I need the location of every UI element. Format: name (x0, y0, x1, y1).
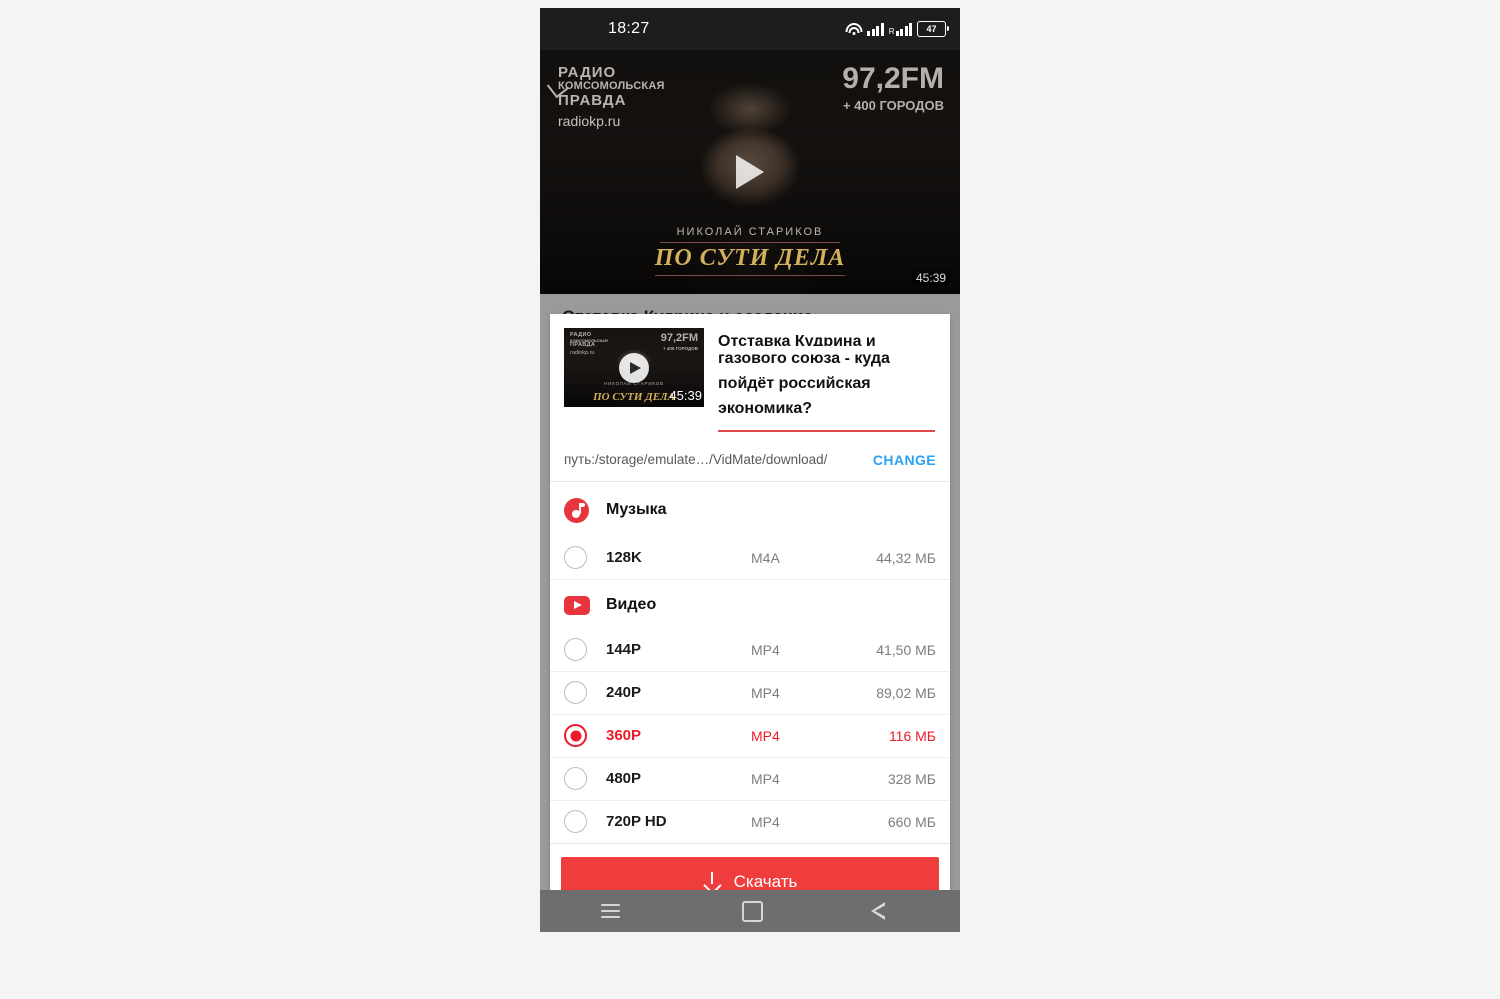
quality-label: 240P (606, 684, 642, 701)
status-icons: R 47 (845, 8, 949, 50)
screenshot-canvas: 18:27 R 47 РАДИО КОМСОМОЛЬСКАЯ ПРАВДА ra… (0, 0, 1500, 999)
android-nav-bar (540, 890, 960, 932)
video-section-label: Видео (606, 596, 657, 613)
thumb-duration: 45:39 (669, 388, 702, 403)
music-section-header: Музыка (550, 482, 950, 537)
roaming-label: R (888, 26, 895, 36)
download-icon (702, 871, 722, 895)
quality-option-row[interactable]: 720P HD MP4 660 МБ (550, 801, 950, 844)
divider (660, 242, 840, 243)
download-path-row: путь:/storage/emulate…/VidMate/download/… (550, 438, 950, 482)
size-label: 44,32 МБ (876, 549, 936, 566)
title-input[interactable] (718, 346, 936, 422)
quality-label: 360P (606, 727, 642, 744)
thumb-logo-site: radiokp.ru (570, 349, 595, 356)
back-icon[interactable] (871, 902, 899, 920)
status-time: 18:27 (608, 20, 650, 37)
signal-bars-icon (867, 22, 884, 36)
radio-button-selected[interactable] (564, 724, 587, 747)
wifi-icon (845, 22, 863, 36)
logo-line-3: ПРАВДА (558, 92, 627, 109)
thumb-host-name: НИКОЛАЙ СТАРИКОВ (604, 381, 664, 386)
menu-icon[interactable] (601, 904, 620, 918)
thumbnail-frequency: 97,2FM + 400 ГОРОДОВ (660, 332, 698, 352)
download-path-label: путь:/storage/emulate…/VidMate/download/ (564, 452, 828, 467)
logo-line-2: КОМСОМОЛЬСКАЯ (558, 80, 665, 92)
dialog-thumbnail[interactable]: РАДИО КОМСОМОЛЬСКАЯ ПРАВДА radiokp.ru 97… (564, 328, 704, 407)
quality-label: 480P (606, 770, 642, 787)
music-section-label: Музыка (606, 501, 667, 518)
status-bar: 18:27 R 47 (540, 8, 960, 50)
size-label: 89,02 МБ (876, 684, 936, 701)
show-block: НИКОЛАЙ СТАРИКОВ ПО СУТИ ДЕЛА (540, 226, 960, 276)
frequency-block: 97,2FM + 400 ГОРОДОВ (842, 62, 944, 114)
logo-site: radiokp.ru (558, 113, 621, 129)
format-label: M4A (751, 549, 780, 566)
radio-button[interactable] (564, 767, 587, 790)
quality-label: 128K (606, 549, 642, 566)
size-label: 660 МБ (887, 813, 936, 830)
title-field-wrapper: Отставка Кудрина и создание (718, 328, 936, 432)
title-clipped-line: Отставка Кудрина и создание (718, 333, 876, 346)
roaming-signal-icon: R (888, 22, 912, 36)
video-section-header: Видео (550, 580, 950, 629)
host-name: НИКОЛАЙ СТАРИКОВ (676, 226, 824, 238)
video-play-icon (564, 595, 590, 615)
play-icon[interactable] (619, 352, 649, 383)
quality-option-row[interactable]: 480P MP4 328 МБ (550, 758, 950, 801)
phone-screen: 18:27 R 47 РАДИО КОМСОМОЛЬСКАЯ ПРАВДА ra… (540, 8, 960, 932)
size-label: 41,50 МБ (876, 641, 936, 658)
quality-option-row[interactable]: 128K M4A 44,32 МБ (550, 537, 950, 580)
thumbnail-radio-logo: РАДИО КОМСОМОЛЬСКАЯ ПРАВДА radiokp.ru (570, 332, 608, 356)
format-label: MP4 (751, 770, 780, 787)
logo-line-1: РАДИО (558, 64, 617, 81)
quality-label: 720P HD (606, 813, 667, 830)
home-icon[interactable] (742, 900, 763, 922)
radio-button[interactable] (564, 546, 587, 569)
thumb-cities-value: + 400 ГОРОДОВ (663, 346, 698, 351)
download-dialog: РАДИО КОМСОМОЛЬСКАЯ ПРАВДА radiokp.ru 97… (550, 314, 950, 922)
format-label: MP4 (751, 684, 780, 701)
format-label: MP4 (751, 641, 780, 658)
music-note-icon (564, 497, 589, 523)
radio-button[interactable] (564, 810, 587, 833)
quality-option-row[interactable]: 144P MP4 41,50 МБ (550, 629, 950, 672)
thumb-frequency-value: 97,2FM (660, 332, 698, 344)
cities-value: + 400 ГОРОДОВ (842, 98, 944, 113)
video-duration: 45:39 (911, 270, 950, 286)
format-label: MP4 (751, 727, 780, 744)
title-input-underline (718, 430, 935, 432)
download-button-label: Скачать (733, 871, 798, 891)
size-label: 116 МБ (888, 727, 936, 744)
show-title: ПО СУТИ ДЕЛА (654, 245, 846, 271)
change-path-button[interactable]: CHANGE (873, 452, 936, 468)
battery-level: 47 (926, 23, 937, 34)
dialog-header: РАДИО КОМСОМОЛЬСКАЯ ПРАВДА radiokp.ru 97… (550, 314, 950, 438)
video-player-thumbnail[interactable]: РАДИО КОМСОМОЛЬСКАЯ ПРАВДА radiokp.ru 97… (540, 50, 960, 294)
frequency-value: 97,2FM (842, 62, 944, 95)
size-label: 328 МБ (887, 770, 936, 787)
radio-button[interactable] (564, 681, 587, 704)
quality-label: 144P (606, 641, 642, 658)
quality-option-row[interactable]: 240P MP4 89,02 МБ (550, 672, 950, 715)
play-icon[interactable] (736, 155, 764, 189)
quality-option-row-selected[interactable]: 360P MP4 116 МБ (550, 715, 950, 758)
format-label: MP4 (751, 813, 780, 830)
battery-icon: 47 (917, 21, 949, 37)
radio-button[interactable] (564, 638, 587, 661)
divider (655, 275, 845, 276)
radio-logo: РАДИО КОМСОМОЛЬСКАЯ ПРАВДА radiokp.ru (546, 64, 665, 129)
thumb-logo-line-3: ПРАВДА (570, 341, 596, 348)
